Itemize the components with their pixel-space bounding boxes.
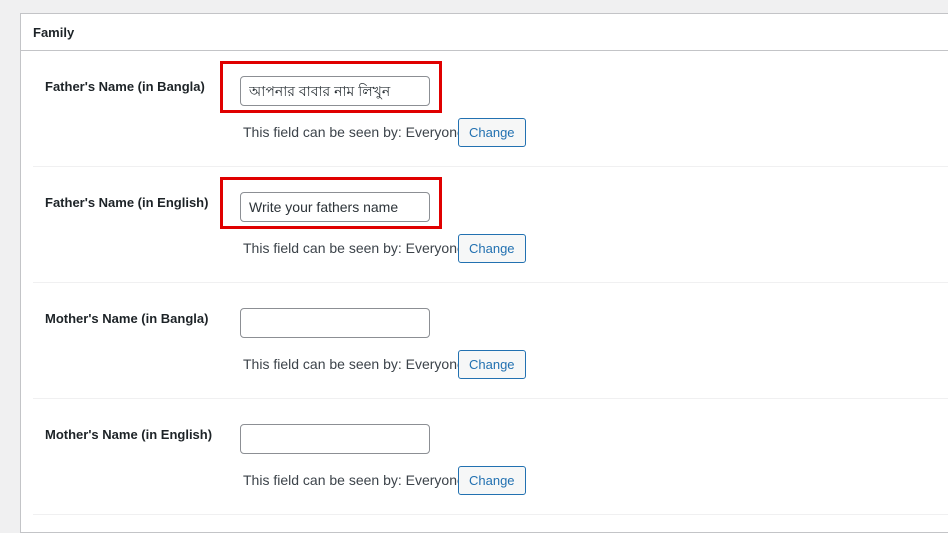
field-label: Father's Name (in English) xyxy=(45,195,209,210)
family-panel: Family Father's Name (in Bangla) This fi… xyxy=(20,13,948,533)
visibility-text: This field can be seen by: Everyone xyxy=(243,356,465,372)
change-visibility-button[interactable]: Change xyxy=(458,466,526,495)
field-label: Father's Name (in Bangla) xyxy=(45,79,205,94)
mother-name-english-input[interactable] xyxy=(240,424,430,454)
visibility-text: This field can be seen by: Everyone xyxy=(243,472,465,488)
visibility-text: This field can be seen by: Everyone xyxy=(243,240,465,256)
father-name-bangla-input[interactable] xyxy=(240,76,430,106)
change-visibility-button[interactable]: Change xyxy=(458,234,526,263)
change-visibility-button[interactable]: Change xyxy=(458,118,526,147)
field-row-mother-bangla: Mother's Name (in Bangla) This field can… xyxy=(33,283,948,399)
field-label: Mother's Name (in English) xyxy=(45,427,213,442)
field-label: Mother's Name (in Bangla) xyxy=(45,311,209,326)
father-name-english-input[interactable] xyxy=(240,192,430,222)
visibility-text: This field can be seen by: Everyone xyxy=(243,124,465,140)
section-title: Family xyxy=(21,14,948,51)
mother-name-bangla-input[interactable] xyxy=(240,308,430,338)
field-row-mother-english: Mother's Name (in English) This field ca… xyxy=(33,399,948,515)
change-visibility-button[interactable]: Change xyxy=(458,350,526,379)
field-row-father-bangla: Father's Name (in Bangla) This field can… xyxy=(33,51,948,167)
field-row-father-english: Father's Name (in English) This field ca… xyxy=(33,167,948,283)
